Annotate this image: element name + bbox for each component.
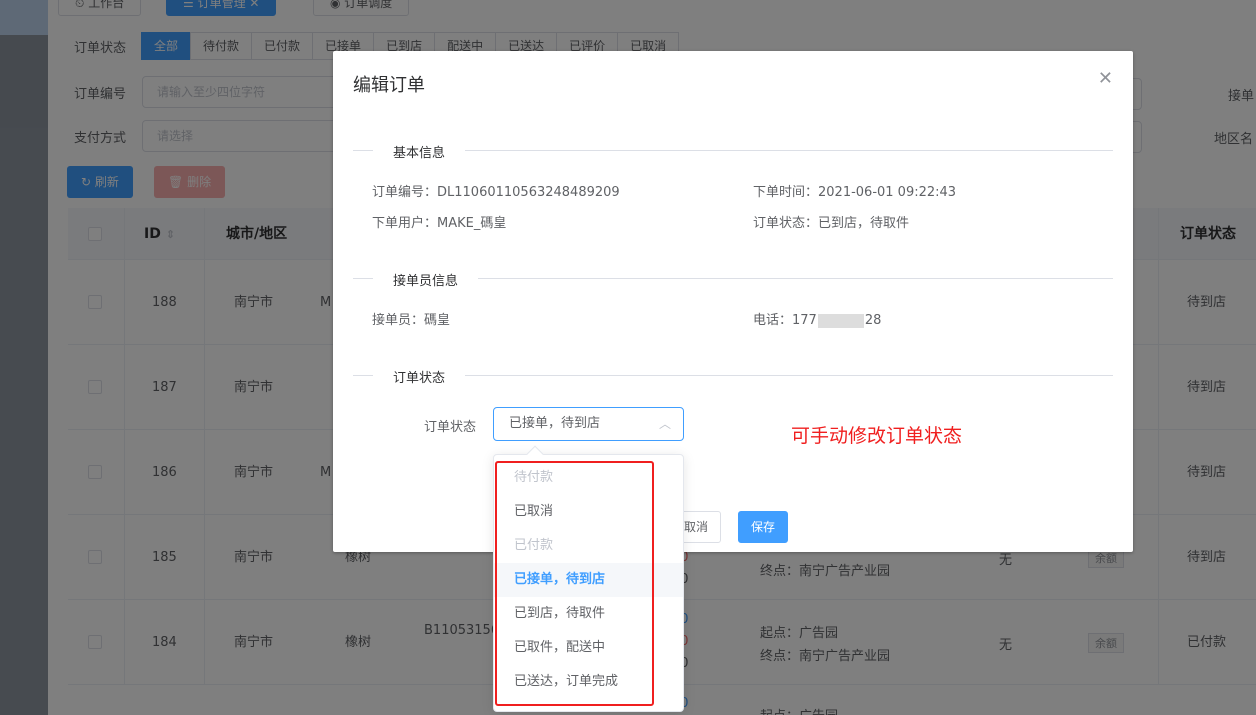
section-basic-title: 基本信息 xyxy=(373,142,466,161)
phone-prefix: 电话：177 xyxy=(753,313,817,328)
option-picked-up[interactable]: 已取件，配送中 xyxy=(494,631,683,665)
status-dropdown: 待付款 已取消 已付款 已接单，待到店 已到店，待取件 已取件，配送中 已送达，… xyxy=(493,445,684,712)
annotation-text: 可手动修改订单状态 xyxy=(791,425,963,447)
order-user-info: 下单用户：MAKE_碼皇 xyxy=(372,216,507,231)
status-select[interactable]: 已接单，待到店 ︿ xyxy=(493,407,684,441)
status-select-value: 已接单，待到店 xyxy=(509,416,601,431)
section-rider-title: 接单员信息 xyxy=(373,270,479,289)
close-icon[interactable]: ✕ xyxy=(1098,68,1113,89)
order-status-info: 订单状态：已到店，待取件 xyxy=(753,216,910,231)
phone-info: 电话：177 28 xyxy=(753,309,881,328)
option-unpaid: 待付款 xyxy=(514,470,554,485)
divider-basic xyxy=(353,150,1113,151)
rider-info: 接单员：碼皇 xyxy=(372,313,451,328)
save-button[interactable]: 保存 xyxy=(738,511,789,543)
dialog-title: 编辑订单 xyxy=(353,75,425,96)
option-paid: 已付款 xyxy=(514,538,554,553)
option-delivered[interactable]: 已送达，订单完成 xyxy=(494,665,683,699)
edit-order-dialog: 编辑订单 ✕ 基本信息 订单编号：DL11060110563248489209 … xyxy=(333,51,1133,552)
chevron-up-icon: ︿ xyxy=(658,417,671,431)
divider-status xyxy=(353,375,1113,376)
option-accepted[interactable]: 已接单，待到店 xyxy=(494,563,683,597)
order-no-info: 订单编号：DL11060110563248489209 xyxy=(372,185,620,200)
phone-redaction xyxy=(817,313,864,328)
section-status-title: 订单状态 xyxy=(373,367,466,386)
phone-suffix: 28 xyxy=(864,313,882,328)
option-arrived[interactable]: 已到店，待取件 xyxy=(494,597,683,631)
option-cancelled[interactable]: 已取消 xyxy=(494,495,683,529)
order-time-info: 下单时间：2021-06-01 09:22:43 xyxy=(753,185,957,200)
status-field-label: 订单状态 xyxy=(424,420,477,435)
